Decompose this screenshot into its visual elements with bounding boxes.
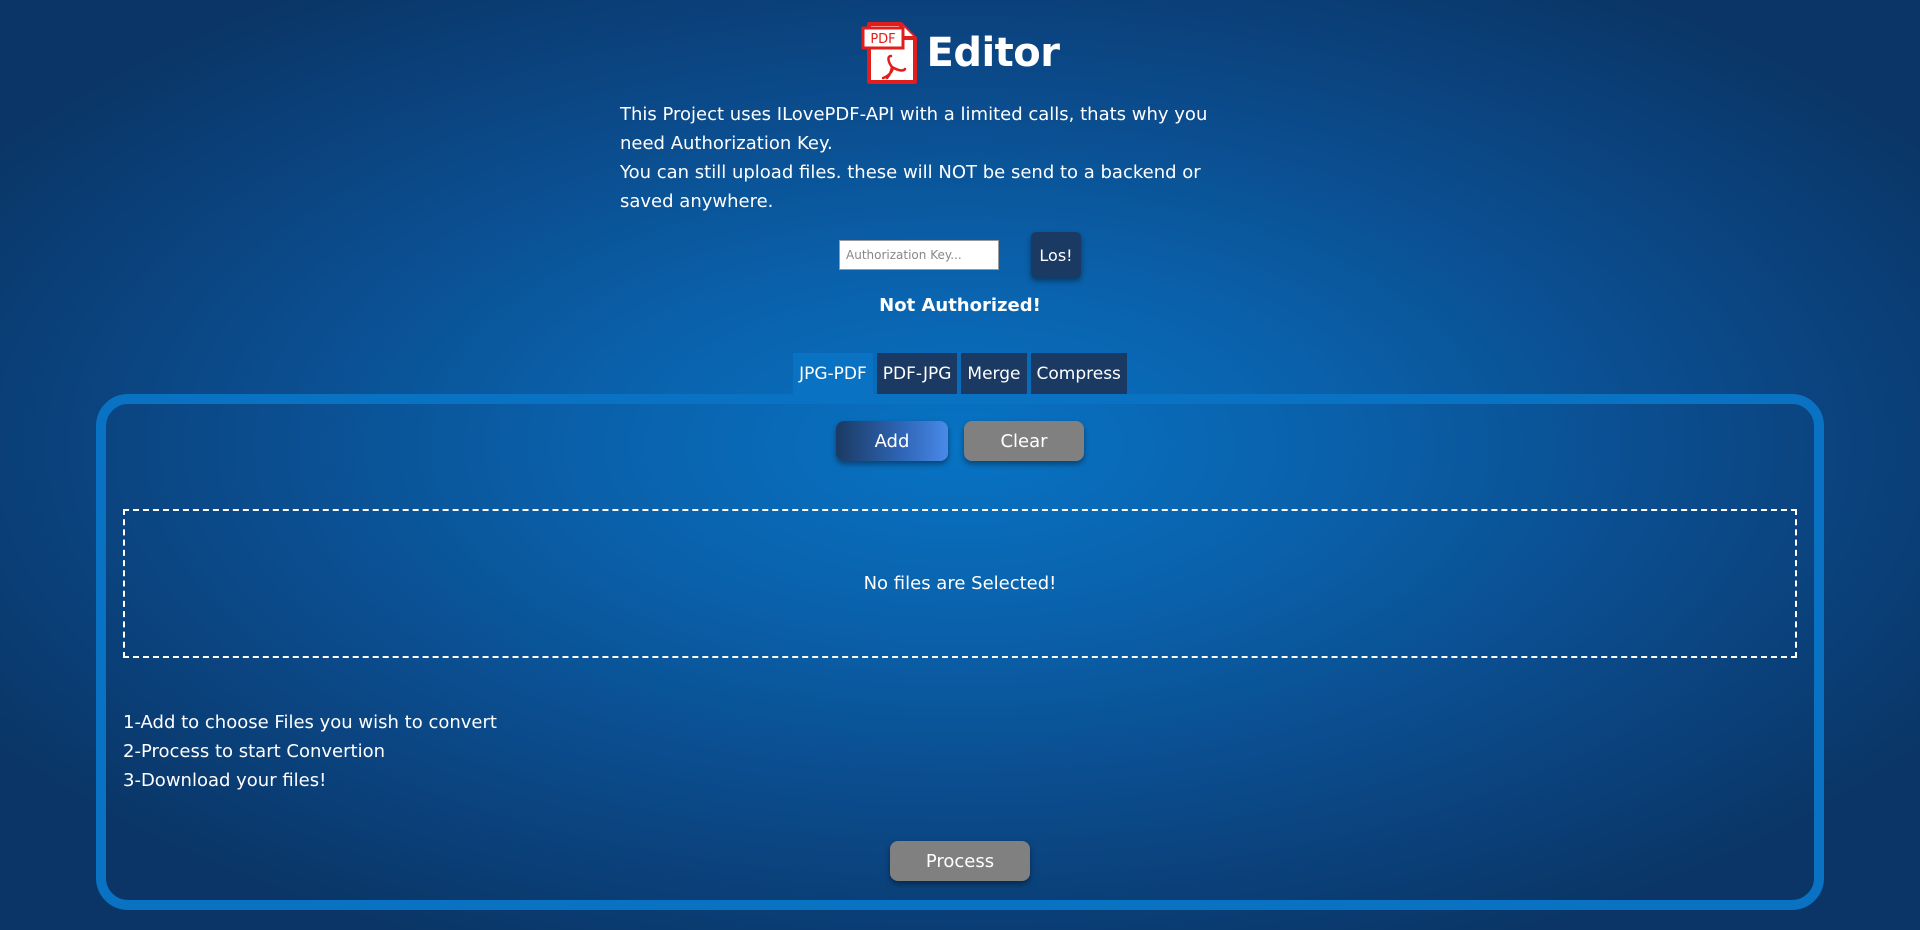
instruction-step: 3-Download your files!: [123, 770, 327, 791]
tab-jpg-pdf[interactable]: JPG-PDF: [793, 353, 873, 395]
process-button[interactable]: Process: [890, 841, 1030, 881]
action-row: Add Clear: [0, 421, 1920, 461]
tab-pdf-jpg[interactable]: PDF-JPG: [876, 353, 958, 395]
clear-button[interactable]: Clear: [964, 421, 1084, 461]
intro-line-2: You can still upload files. these will N…: [620, 162, 1201, 212]
los-button[interactable]: Los!: [1031, 232, 1081, 278]
intro-text: This Project uses ILovePDF-API with a li…: [620, 100, 1240, 216]
process-row: Process: [0, 841, 1920, 881]
tab-bar: JPG-PDF PDF-JPG Merge Compress: [0, 353, 1920, 395]
authorization-key-input[interactable]: [839, 240, 999, 270]
app-title: Editor: [926, 30, 1061, 76]
instruction-step: 1-Add to choose Files you wish to conver…: [123, 712, 497, 733]
add-button[interactable]: Add: [836, 421, 948, 461]
header: PDF Editor: [0, 20, 1920, 86]
tab-compress[interactable]: Compress: [1030, 353, 1127, 395]
file-dropzone[interactable]: No files are Selected!: [123, 509, 1797, 658]
tab-merge[interactable]: Merge: [961, 353, 1027, 395]
pdf-file-icon: PDF: [861, 20, 919, 86]
auth-row: Los!: [0, 232, 1920, 278]
instructions: 1-Add to choose Files you wish to conver…: [123, 708, 497, 795]
instruction-step: 2-Process to start Convertion: [123, 741, 385, 762]
logo-text: PDF: [870, 32, 895, 47]
empty-files-message: No files are Selected!: [863, 573, 1057, 594]
auth-status-text: Not Authorized!: [879, 295, 1041, 316]
intro-line-1: This Project uses ILovePDF-API with a li…: [620, 104, 1208, 154]
